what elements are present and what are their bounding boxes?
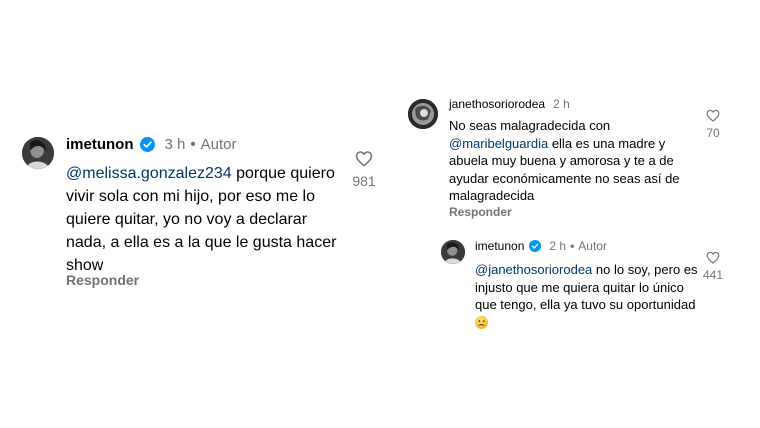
avatar-image [441, 240, 465, 264]
separator-dot: • [190, 135, 196, 153]
like-control: 981 [346, 150, 382, 189]
comment-header: janethosoriorodea 2 h [449, 96, 570, 112]
username[interactable]: imetunon [475, 239, 524, 253]
like-control: 441 [700, 251, 726, 282]
mention-link[interactable]: @maribelguardia [449, 136, 548, 151]
separator-dot: • [570, 239, 575, 253]
like-control: 70 [700, 109, 726, 140]
avatar-image [22, 137, 54, 169]
heart-outline-icon[interactable] [355, 150, 373, 167]
avatar[interactable] [22, 137, 54, 169]
comment-text: @melissa.gonzalez234 porque quiero vivir… [66, 162, 346, 277]
author-tag: Autor [578, 239, 607, 253]
verified-badge-icon [139, 136, 155, 152]
username[interactable]: janethosoriorodea [449, 97, 545, 111]
mention-link[interactable]: @janethosoriorodea [475, 262, 592, 277]
heart-outline-icon[interactable] [706, 251, 720, 264]
avatar[interactable] [441, 240, 465, 264]
like-count: 70 [706, 126, 720, 140]
timestamp: 3 h [164, 135, 186, 153]
comment-text: No seas malagradecida con @maribelguardi… [449, 117, 704, 205]
username[interactable]: imetunon [66, 136, 134, 153]
comment-text: @janethosoriorodea no lo soy, pero es in… [475, 261, 700, 331]
avatar[interactable] [408, 99, 438, 129]
reply-button[interactable]: Responder [66, 272, 139, 288]
comment-header: imetunon 3 h • Autor [66, 134, 236, 154]
like-count: 981 [352, 173, 376, 189]
mention-link[interactable]: @melissa.gonzalez234 [66, 165, 232, 182]
comment-prefix: No seas malagradecida con [449, 118, 611, 133]
timestamp: 2 h [553, 97, 570, 111]
heart-outline-icon[interactable] [706, 109, 720, 122]
author-tag: Autor [200, 135, 237, 153]
reply-button[interactable]: Responder [449, 205, 512, 219]
avatar-image [408, 99, 438, 129]
like-count: 441 [702, 268, 724, 282]
timestamp: 2 h [549, 239, 567, 253]
worried-face-emoji [475, 315, 488, 329]
comment-header: imetunon 2 h • Autor [475, 238, 607, 254]
verified-badge-icon [529, 240, 542, 252]
